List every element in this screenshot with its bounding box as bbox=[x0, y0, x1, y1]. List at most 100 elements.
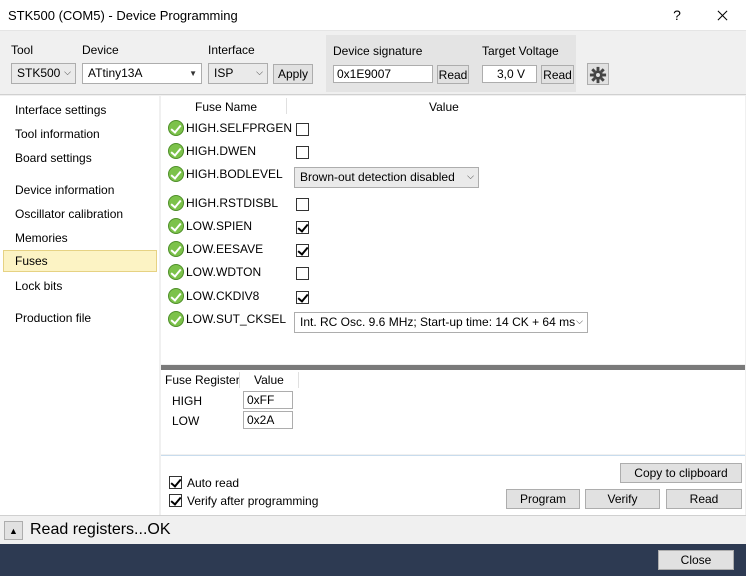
status-bar: ▲ Read registers...OK bbox=[0, 515, 746, 544]
status-ok-icon bbox=[168, 120, 184, 136]
copy-to-clipboard-button[interactable]: Copy to clipboard bbox=[620, 463, 742, 483]
fuse-name: HIGH.SELFPRGEN bbox=[186, 121, 293, 135]
device-value: ATtiny13A bbox=[88, 66, 143, 80]
apply-button[interactable]: Apply bbox=[273, 64, 313, 84]
chevron-down-icon: ⌵ bbox=[576, 316, 583, 326]
status-ok-icon bbox=[168, 218, 184, 234]
register-high-field[interactable]: 0xFF bbox=[243, 391, 293, 409]
fuse-name: LOW.SUT_CKSEL bbox=[186, 312, 287, 326]
status-ok-icon bbox=[168, 195, 184, 211]
interface-select[interactable]: ISP ⌵ bbox=[208, 63, 268, 84]
voltage-label: Target Voltage bbox=[482, 44, 559, 58]
signature-field[interactable]: 0x1E9007 bbox=[333, 65, 433, 83]
sidebar-item-tool-information[interactable]: Tool information bbox=[3, 123, 157, 145]
footer-bar: Close bbox=[0, 544, 746, 576]
status-ok-icon bbox=[168, 288, 184, 304]
auto-read-checkbox[interactable] bbox=[169, 476, 182, 489]
voltage-field[interactable]: 3,0 V bbox=[482, 65, 537, 83]
fuse-row: LOW.SUT_CKSEL Int. RC Osc. 9.6 MHz; Star… bbox=[168, 310, 738, 336]
fuse-row: LOW.WDTON bbox=[168, 263, 728, 283]
verify-after-programming-checkbox[interactable] bbox=[169, 494, 182, 507]
sidebar-item-memories[interactable]: Memories bbox=[3, 227, 157, 249]
fuse-row: LOW.CKDIV8 bbox=[168, 287, 728, 307]
voltage-read-button[interactable]: Read bbox=[541, 65, 574, 84]
triangle-up-icon: ▲ bbox=[9, 525, 18, 536]
status-text: Read registers...OK bbox=[30, 521, 171, 538]
sidebar: Interface settings Tool information Boar… bbox=[0, 96, 159, 515]
tool-label: Tool bbox=[11, 43, 34, 57]
fuse-row: HIGH.BODLEVEL Brown-out detection disabl… bbox=[168, 165, 728, 191]
expand-log-button[interactable]: ▲ bbox=[4, 521, 23, 540]
sidebar-item-fuses[interactable]: Fuses bbox=[3, 250, 157, 272]
sidebar-item-lock-bits[interactable]: Lock bits bbox=[3, 275, 157, 297]
interface-value: ISP bbox=[214, 66, 234, 80]
column-header-fuse-register: Fuse Register bbox=[165, 373, 240, 387]
close-window-icon[interactable] bbox=[702, 0, 742, 31]
chevron-down-icon: ⌵ bbox=[467, 171, 474, 181]
status-ok-icon bbox=[168, 311, 184, 327]
fuse-name: HIGH.DWEN bbox=[186, 144, 256, 158]
status-ok-icon bbox=[168, 241, 184, 257]
fuse-name: LOW.EESAVE bbox=[186, 242, 264, 256]
fuse-row: HIGH.RSTDISBL bbox=[168, 194, 728, 214]
title-bar: STK500 (COM5) - Device Programming ? bbox=[0, 0, 746, 31]
chevron-down-icon: ⌵ bbox=[64, 67, 71, 77]
status-ok-icon bbox=[168, 143, 184, 159]
verify-after-programming-label: Verify after programming bbox=[187, 494, 319, 508]
chevron-down-icon: ▼ bbox=[189, 69, 197, 78]
tool-value: STK500 bbox=[17, 66, 61, 80]
read-button[interactable]: Read bbox=[666, 489, 742, 509]
sidebar-item-board-settings[interactable]: Board settings bbox=[3, 147, 157, 169]
fuse-table: Fuse Name Value HIGH.SELFPRGEN HIGH.DWEN… bbox=[161, 96, 745, 364]
fuse-name: LOW.CKDIV8 bbox=[186, 289, 260, 303]
column-header-value: Value bbox=[429, 100, 459, 114]
fuse-checkbox[interactable] bbox=[296, 123, 309, 136]
toolbar: Tool STK500 ⌵ Device ATtiny13A ▼ Interfa… bbox=[0, 31, 746, 95]
column-header-fuse-name: Fuse Name bbox=[195, 100, 258, 114]
fuse-checkbox[interactable] bbox=[296, 291, 309, 304]
signature-label: Device signature bbox=[333, 44, 423, 58]
fuse-checkbox[interactable] bbox=[296, 146, 309, 159]
sidebar-item-interface-settings[interactable]: Interface settings bbox=[3, 99, 157, 121]
fuse-row: LOW.EESAVE bbox=[168, 240, 728, 260]
fuse-checkbox[interactable] bbox=[296, 198, 309, 211]
auto-read-label: Auto read bbox=[187, 476, 240, 490]
window-title: STK500 (COM5) - Device Programming bbox=[8, 8, 238, 23]
status-ok-icon bbox=[168, 166, 184, 182]
fuse-row: LOW.SPIEN bbox=[168, 217, 728, 237]
fuse-name: HIGH.BODLEVEL bbox=[186, 167, 283, 181]
column-divider bbox=[298, 372, 299, 388]
gear-icon bbox=[589, 66, 607, 83]
fuse-checkbox[interactable] bbox=[296, 244, 309, 257]
interface-label: Interface bbox=[208, 43, 255, 57]
bodlevel-value: Brown-out detection disabled bbox=[300, 170, 455, 184]
settings-button[interactable] bbox=[587, 63, 609, 85]
fuse-checkbox[interactable] bbox=[296, 221, 309, 234]
fuse-name: HIGH.RSTDISBL bbox=[186, 196, 279, 210]
bodlevel-select[interactable]: Brown-out detection disabled ⌵ bbox=[294, 167, 479, 188]
fuse-register-table: Fuse Register Value HIGH 0xFF LOW 0x2A bbox=[161, 370, 745, 454]
column-header-register-value: Value bbox=[254, 373, 284, 387]
fuse-checkbox[interactable] bbox=[296, 267, 309, 280]
verify-button[interactable]: Verify bbox=[585, 489, 660, 509]
fuse-name: LOW.WDTON bbox=[186, 265, 262, 279]
sidebar-item-oscillator-calibration[interactable]: Oscillator calibration bbox=[3, 203, 157, 225]
chevron-down-icon: ⌵ bbox=[256, 67, 263, 77]
sidebar-item-production-file[interactable]: Production file bbox=[3, 307, 157, 329]
close-button[interactable]: Close bbox=[658, 550, 734, 570]
fuse-name: LOW.SPIEN bbox=[186, 219, 253, 233]
column-divider bbox=[239, 372, 240, 388]
actions-panel: Auto read Verify after programming Copy … bbox=[161, 455, 745, 515]
sut-cksel-select[interactable]: Int. RC Osc. 9.6 MHz; Start-up time: 14 … bbox=[294, 312, 588, 333]
sidebar-item-device-information[interactable]: Device information bbox=[3, 179, 157, 201]
device-select[interactable]: ATtiny13A ▼ bbox=[82, 63, 202, 84]
help-button[interactable]: ? bbox=[658, 0, 696, 31]
fuse-row: HIGH.SELFPRGEN bbox=[168, 119, 728, 139]
signature-read-button[interactable]: Read bbox=[437, 65, 469, 84]
fuse-row: HIGH.DWEN bbox=[168, 142, 728, 162]
register-name: HIGH bbox=[172, 394, 202, 408]
program-button[interactable]: Program bbox=[506, 489, 580, 509]
register-low-field[interactable]: 0x2A bbox=[243, 411, 293, 429]
column-divider bbox=[286, 98, 287, 114]
tool-select[interactable]: STK500 ⌵ bbox=[11, 63, 76, 84]
